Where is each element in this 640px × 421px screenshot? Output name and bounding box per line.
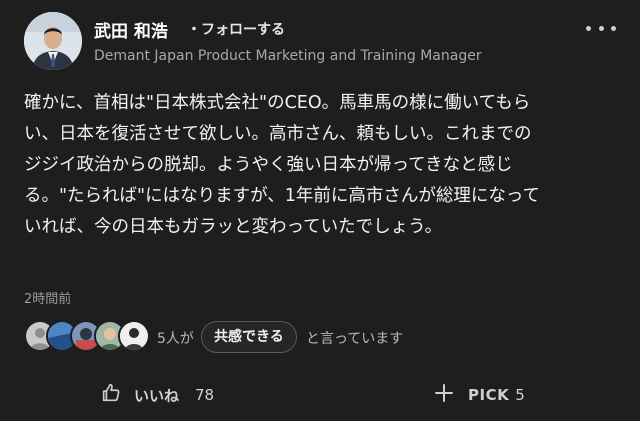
empathy-button[interactable]: 共感できる	[201, 321, 297, 353]
follow-button[interactable]: ・フォローする	[187, 19, 285, 39]
like-button[interactable]: いいね 78	[100, 380, 214, 410]
body-line: い、日本を復活させて欲しい。高市さん、頼もしい。これまでの	[24, 124, 532, 144]
pick-count: 5	[515, 386, 525, 404]
avatar-photo	[24, 12, 82, 70]
body-line: ジジイ政治からの脱却。ようやく強い日本が帰ってきなと感じ	[24, 155, 513, 175]
body-line: 確かに、首相は"日本株式会社"のCEO。馬車馬の様に働いてもら	[24, 93, 531, 113]
like-label: いいね	[134, 386, 180, 405]
pick-button[interactable]: PICK 5	[434, 380, 525, 410]
pick-label: PICK	[468, 386, 510, 404]
more-icon[interactable]	[586, 20, 616, 36]
author-name[interactable]: 武田 和浩	[94, 17, 168, 42]
like-count: 78	[195, 386, 215, 404]
thumbs-up-icon	[100, 382, 122, 408]
author-avatar[interactable]	[24, 12, 82, 70]
body-line: る。"たられば"にはなりますが、1年前に高市さんが総理になって	[24, 186, 541, 206]
empathy-count: 5人が	[157, 331, 194, 347]
body-line: いれば、今の日本もガラッと変わっていたでしょう。	[24, 217, 443, 237]
author-title: Demant Japan Product Marketing and Train…	[94, 48, 482, 64]
post-body: 確かに、首相は"日本株式会社"のCEO。馬車馬の様に働いてもら い、日本を復活さ…	[24, 88, 624, 243]
plus-icon	[434, 383, 454, 407]
empathy-suffix: と言っています	[306, 331, 404, 347]
post-timestamp: 2時間前	[24, 292, 72, 307]
user-avatar	[118, 320, 150, 352]
